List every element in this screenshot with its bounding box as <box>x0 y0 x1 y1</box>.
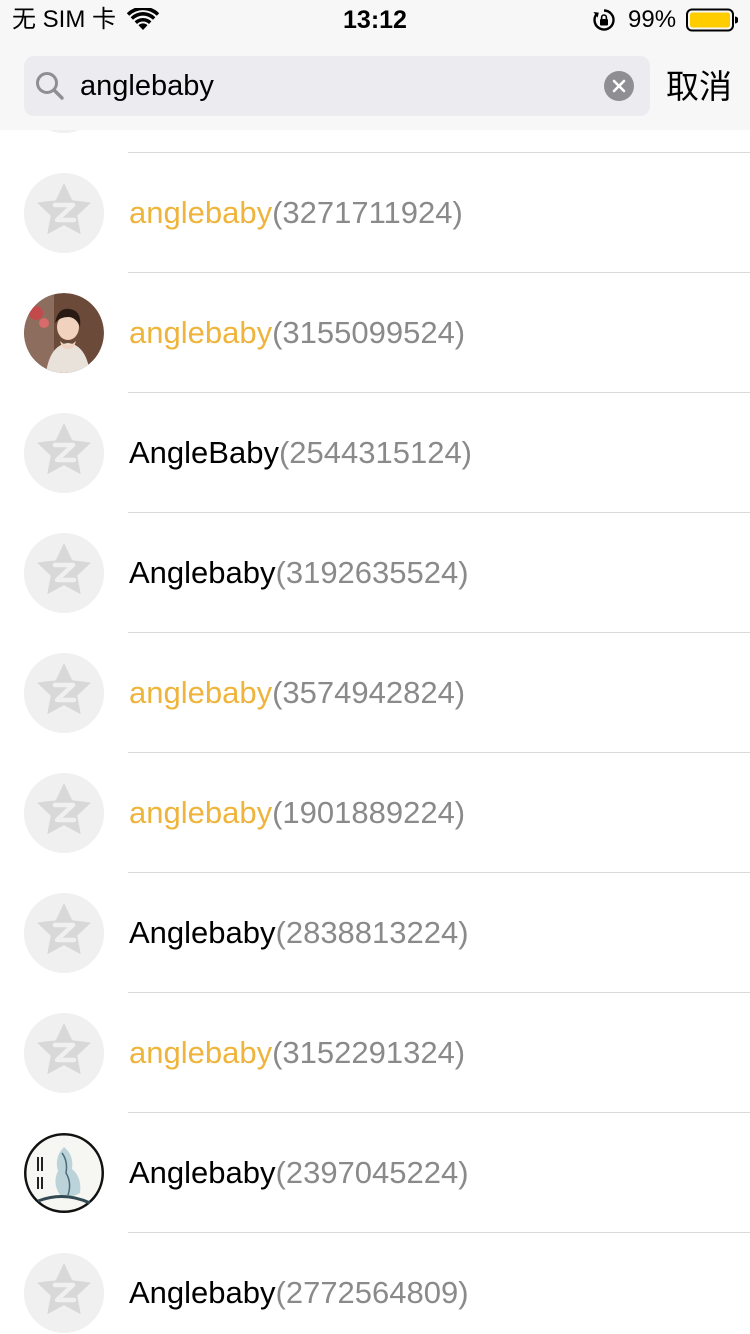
search-result-row[interactable]: anglebaby(1901889224) <box>0 753 750 873</box>
search-header: 取消 <box>0 40 750 130</box>
result-name: anglebaby <box>129 315 273 350</box>
result-label: Anglebaby(2838813224) <box>129 911 469 955</box>
default-avatar-icon <box>24 773 104 853</box>
result-name: Anglebaby <box>129 555 276 590</box>
result-name: AngleBaby <box>129 435 279 470</box>
search-results-list: anglebaby(3271711924) anglebaby(315509952… <box>0 130 750 1334</box>
result-label: anglebaby(3271711924) <box>129 191 463 235</box>
search-result-row[interactable]: anglebaby(3152291324) <box>0 993 750 1113</box>
result-qq-number: (3574942824) <box>272 675 466 710</box>
default-avatar-icon <box>24 533 104 613</box>
result-name: Anglebaby <box>129 915 276 950</box>
search-result-row[interactable]: anglebaby(3155099524) <box>0 273 750 393</box>
result-label: anglebaby(3155099524) <box>129 311 465 355</box>
search-result-row[interactable]: anglebaby(3574942824) <box>0 633 750 753</box>
search-result-row[interactable]: Anglebaby(2772564809) <box>0 1233 750 1334</box>
search-result-row[interactable]: Anglebaby(3192635524) <box>0 513 750 633</box>
rotation-lock-icon <box>592 8 616 32</box>
default-avatar-icon <box>24 893 104 973</box>
search-result-row[interactable]: AngleBaby(2544315124) <box>0 393 750 513</box>
search-result-row[interactable]: Anglebaby(2838813224) <box>0 873 750 993</box>
result-qq-number: (2544315124) <box>278 435 473 470</box>
result-label: Anglebaby(2397045224) <box>129 1151 469 1195</box>
result-label: anglebaby(3152291324) <box>129 1031 465 1075</box>
cancel-button[interactable]: 取消 <box>666 66 732 108</box>
result-qq-number: (2397045224) <box>275 1155 469 1190</box>
result-name: Anglebaby <box>129 1275 276 1310</box>
result-name: anglebaby <box>129 1035 273 1070</box>
result-qq-number: (3152291324) <box>272 1035 466 1070</box>
result-name: anglebaby <box>129 675 273 710</box>
result-qq-number: (2838813224) <box>275 915 469 950</box>
search-input[interactable] <box>80 56 580 116</box>
avatar <box>24 293 104 373</box>
search-result-row[interactable] <box>0 130 750 153</box>
default-avatar-icon <box>24 130 104 133</box>
search-result-row[interactable]: Anglebaby(2397045224) <box>0 1113 750 1233</box>
result-label: Anglebaby(3192635524) <box>129 551 469 595</box>
result-qq-number: (3271711924) <box>272 195 463 230</box>
default-avatar-icon <box>24 1253 104 1333</box>
result-qq-number: (1901889224) <box>272 795 466 830</box>
default-avatar-icon <box>24 173 104 253</box>
result-name: anglebaby <box>129 795 273 830</box>
avatar <box>24 1133 104 1213</box>
default-avatar-icon <box>24 413 104 493</box>
battery-percentage: 99% <box>628 6 677 33</box>
search-result-row[interactable]: anglebaby(3271711924) <box>0 153 750 273</box>
battery-icon <box>686 8 739 32</box>
default-avatar-icon <box>24 653 104 733</box>
search-results-screen: 无 SIM 卡 13:12 99% anglebaby 取消 anglebaby… <box>0 0 750 1334</box>
search-bar[interactable] <box>24 56 650 116</box>
result-name: Anglebaby <box>129 1155 276 1190</box>
search-icon <box>34 70 66 102</box>
result-qq-number: (3192635524) <box>275 555 469 590</box>
default-avatar-icon <box>24 1013 104 1093</box>
result-label: Anglebaby(2772564809) <box>129 1271 469 1315</box>
clear-search-icon[interactable] <box>604 71 634 101</box>
result-label: AngleBaby(2544315124) <box>129 431 472 475</box>
result-name: anglebaby <box>129 195 273 230</box>
result-label: anglebaby(3574942824) <box>129 671 465 715</box>
status-bar: 无 SIM 卡 13:12 99% <box>0 0 750 40</box>
result-qq-number: (2772564809) <box>275 1275 469 1310</box>
search-results-scroll-content: anglebaby(3271711924) anglebaby(315509952… <box>0 130 750 1334</box>
result-label: anglebaby(1901889224) <box>129 791 465 835</box>
result-qq-number: (3155099524) <box>272 315 466 350</box>
